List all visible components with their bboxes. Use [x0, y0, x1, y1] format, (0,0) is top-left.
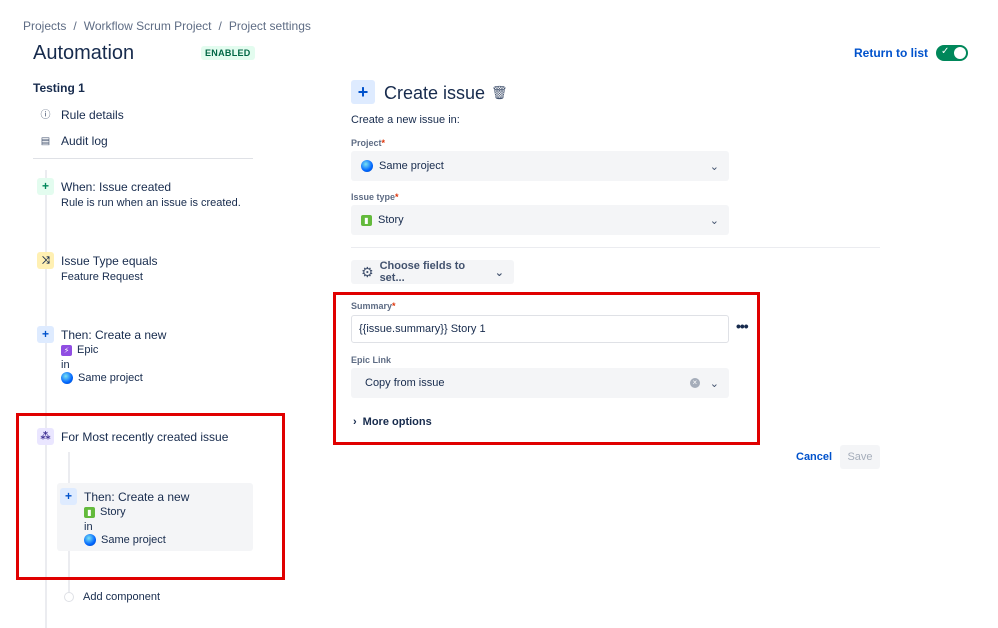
- choose-fields-button[interactable]: ⚙ Choose fields to set... ⌄: [351, 260, 514, 284]
- plus-icon: +: [37, 326, 54, 343]
- trash-icon[interactable]: 🗑: [491, 85, 508, 101]
- rule-name: Testing 1: [33, 81, 85, 95]
- breadcrumb-projects[interactable]: Projects: [23, 19, 66, 33]
- required-marker: *: [395, 192, 399, 202]
- select-value: ▮ Story: [361, 214, 710, 226]
- issue-type-value: Story: [378, 214, 404, 226]
- breadcrumb-project-settings[interactable]: Project settings: [229, 19, 311, 33]
- cancel-button[interactable]: Cancel: [796, 451, 832, 463]
- project-field-label: Project*: [351, 138, 385, 148]
- component-subtitle: Feature Request: [61, 271, 143, 283]
- sidebar-item-audit-log[interactable]: ▤ Audit log: [40, 134, 108, 148]
- in-label: in: [61, 359, 70, 371]
- add-dot-icon: [64, 592, 74, 602]
- highlight-box-fields: [333, 292, 760, 445]
- status-badge: ENABLED: [201, 46, 255, 60]
- sidebar-item-label: Rule details: [61, 108, 124, 122]
- editor-hint: Create a new issue in:: [351, 114, 460, 126]
- gear-icon: ⚙: [361, 263, 374, 280]
- sidebar-divider: [33, 158, 253, 159]
- section-divider: [351, 247, 880, 248]
- page-title: Automation: [33, 42, 135, 64]
- issue-type-select[interactable]: ▮ Story ⌄: [351, 205, 729, 235]
- highlight-box-branch: [16, 413, 285, 580]
- sidebar-item-rule-details[interactable]: ⓘ Rule details: [40, 108, 124, 122]
- issue-type-tag: ⚡ Epic: [61, 344, 98, 356]
- check-icon: ✓: [941, 46, 950, 57]
- chevron-down-icon: ⌄: [709, 214, 719, 227]
- component-subtitle: Rule is run when an issue is created.: [61, 197, 241, 209]
- rule-enabled-toggle[interactable]: ✓: [936, 45, 968, 61]
- breadcrumb: Projects / Workflow Scrum Project / Proj…: [23, 19, 311, 33]
- field-label-text: Issue type: [351, 192, 396, 202]
- choose-fields-label: Choose fields to set...: [379, 260, 466, 284]
- breadcrumb-separator: /: [73, 19, 77, 33]
- document-icon: ▤: [40, 135, 51, 147]
- issue-type-field-label: Issue type*: [351, 192, 399, 202]
- add-component-button[interactable]: Add component: [64, 591, 160, 603]
- plus-icon: +: [37, 178, 54, 195]
- shuffle-icon: ⤨: [37, 252, 54, 269]
- project-label: Same project: [78, 372, 143, 384]
- chevron-down-icon: ⌄: [709, 160, 719, 173]
- plus-icon: +: [351, 80, 375, 104]
- return-to-list-link[interactable]: Return to list: [854, 46, 928, 60]
- epic-icon: ⚡: [61, 344, 72, 356]
- component-title: Then: Create a new: [61, 328, 167, 342]
- component-title: When: Issue created: [61, 180, 172, 194]
- project-avatar-icon: [361, 160, 373, 172]
- add-component-label: Add component: [83, 591, 161, 603]
- project-value: Same project: [379, 160, 444, 172]
- project-select[interactable]: Same project ⌄: [351, 151, 729, 181]
- breadcrumb-separator: /: [218, 19, 222, 33]
- sidebar-item-label: Audit log: [61, 134, 108, 148]
- info-icon: ⓘ: [40, 109, 51, 121]
- required-marker: *: [381, 138, 386, 148]
- breadcrumb-workflow-scrum-project[interactable]: Workflow Scrum Project: [84, 19, 212, 33]
- component-title: Issue Type equals: [61, 254, 158, 268]
- toggle-knob: [954, 47, 966, 59]
- project-tag: Same project: [61, 372, 143, 384]
- save-button[interactable]: Save: [840, 445, 880, 469]
- issue-type-label: Epic: [77, 344, 99, 356]
- field-label-text: Project: [351, 138, 382, 148]
- story-icon: ▮: [361, 214, 372, 226]
- project-avatar-icon: [61, 372, 73, 384]
- editor-title: Create issue: [384, 83, 486, 103]
- chevron-down-icon: ⌄: [494, 266, 504, 279]
- select-value: Same project: [361, 160, 710, 172]
